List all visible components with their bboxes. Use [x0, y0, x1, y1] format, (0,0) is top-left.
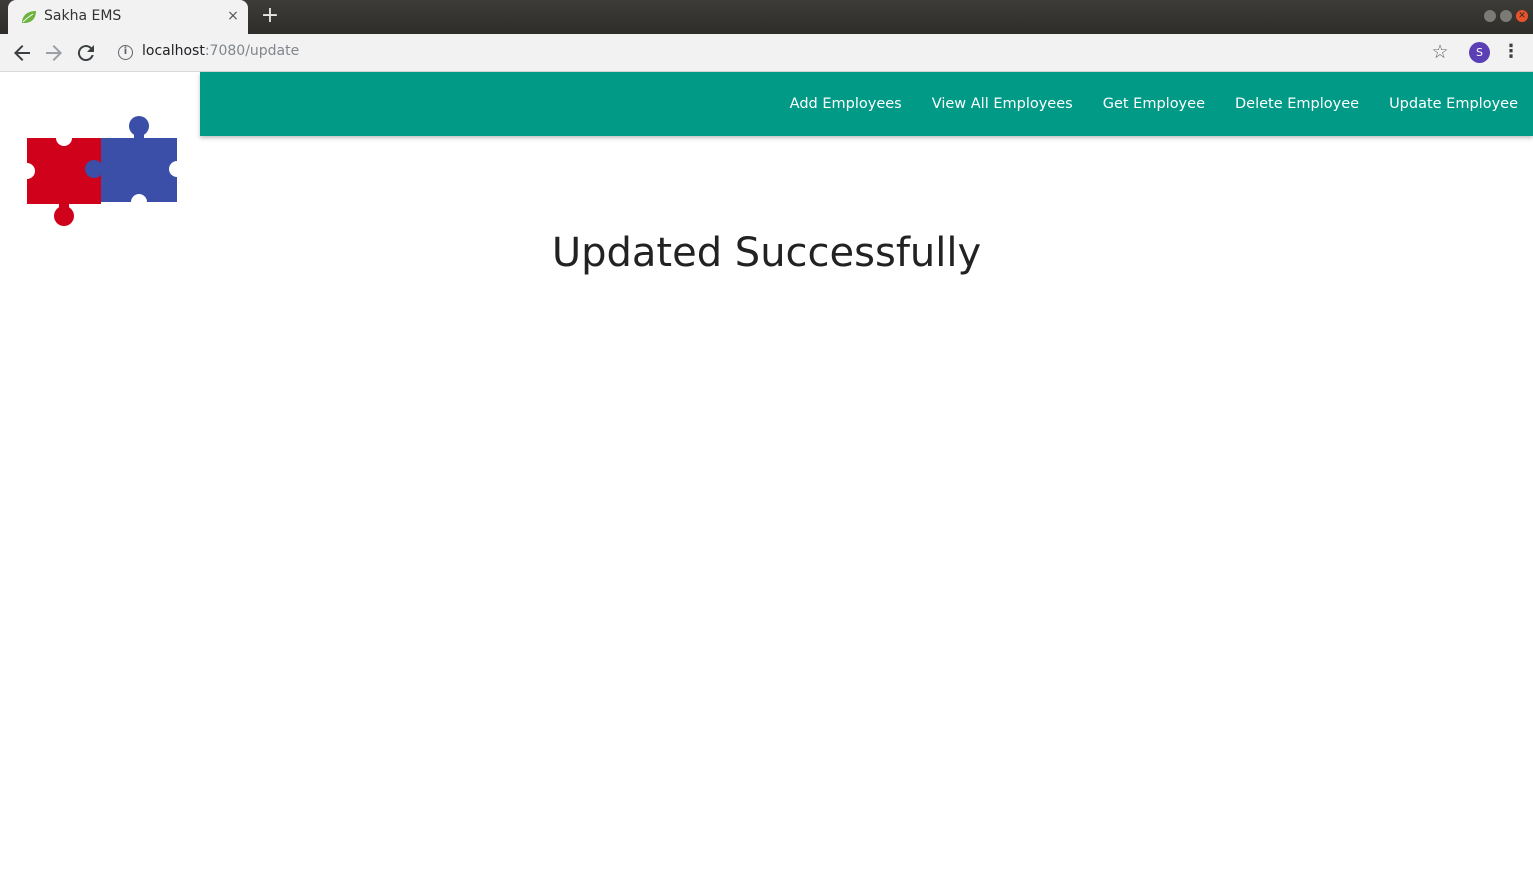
address-bar[interactable]: localhost:7080/update [142, 43, 299, 59]
url-host: localhost [142, 43, 205, 59]
maximize-window-button[interactable] [1500, 10, 1512, 22]
nav-view-all-employees[interactable]: View All Employees [932, 96, 1073, 112]
reload-icon[interactable] [74, 41, 98, 65]
new-tab-icon[interactable]: + [258, 5, 282, 29]
bookmark-star-icon[interactable]: ☆ [1428, 40, 1452, 64]
browser-tab[interactable]: Sakha EMS × [8, 0, 248, 34]
browser-titlebar: Sakha EMS × + ✕ [0, 0, 1533, 34]
minimize-window-button[interactable] [1484, 10, 1496, 22]
puzzle-logo [24, 116, 180, 226]
nav-update-employee[interactable]: Update Employee [1389, 96, 1518, 112]
nav-add-employees[interactable]: Add Employees [790, 96, 902, 112]
url-path: :7080/update [204, 43, 300, 59]
back-arrow-icon[interactable] [10, 41, 34, 65]
site-info-icon[interactable]: i [118, 45, 133, 60]
forward-arrow-icon[interactable] [42, 41, 66, 65]
nav-delete-employee[interactable]: Delete Employee [1235, 96, 1359, 112]
page-content: Add Employees View All Employees Get Emp… [0, 72, 1533, 873]
close-tab-icon[interactable]: × [224, 7, 242, 25]
nav-links: Add Employees View All Employees Get Emp… [790, 72, 1518, 136]
tab-title: Sakha EMS [44, 8, 122, 24]
leaf-icon [22, 11, 36, 23]
profile-avatar[interactable]: S [1469, 42, 1490, 63]
top-navbar: Add Employees View All Employees Get Emp… [200, 72, 1533, 136]
nav-get-employee[interactable]: Get Employee [1103, 96, 1205, 112]
browser-menu-icon[interactable]: ⋮ [1502, 40, 1520, 64]
browser-toolbar: i localhost:7080/update ☆ S ⋮ [0, 34, 1533, 72]
page-title: Updated Successfully [551, 230, 982, 276]
close-window-button[interactable]: ✕ [1516, 10, 1528, 22]
